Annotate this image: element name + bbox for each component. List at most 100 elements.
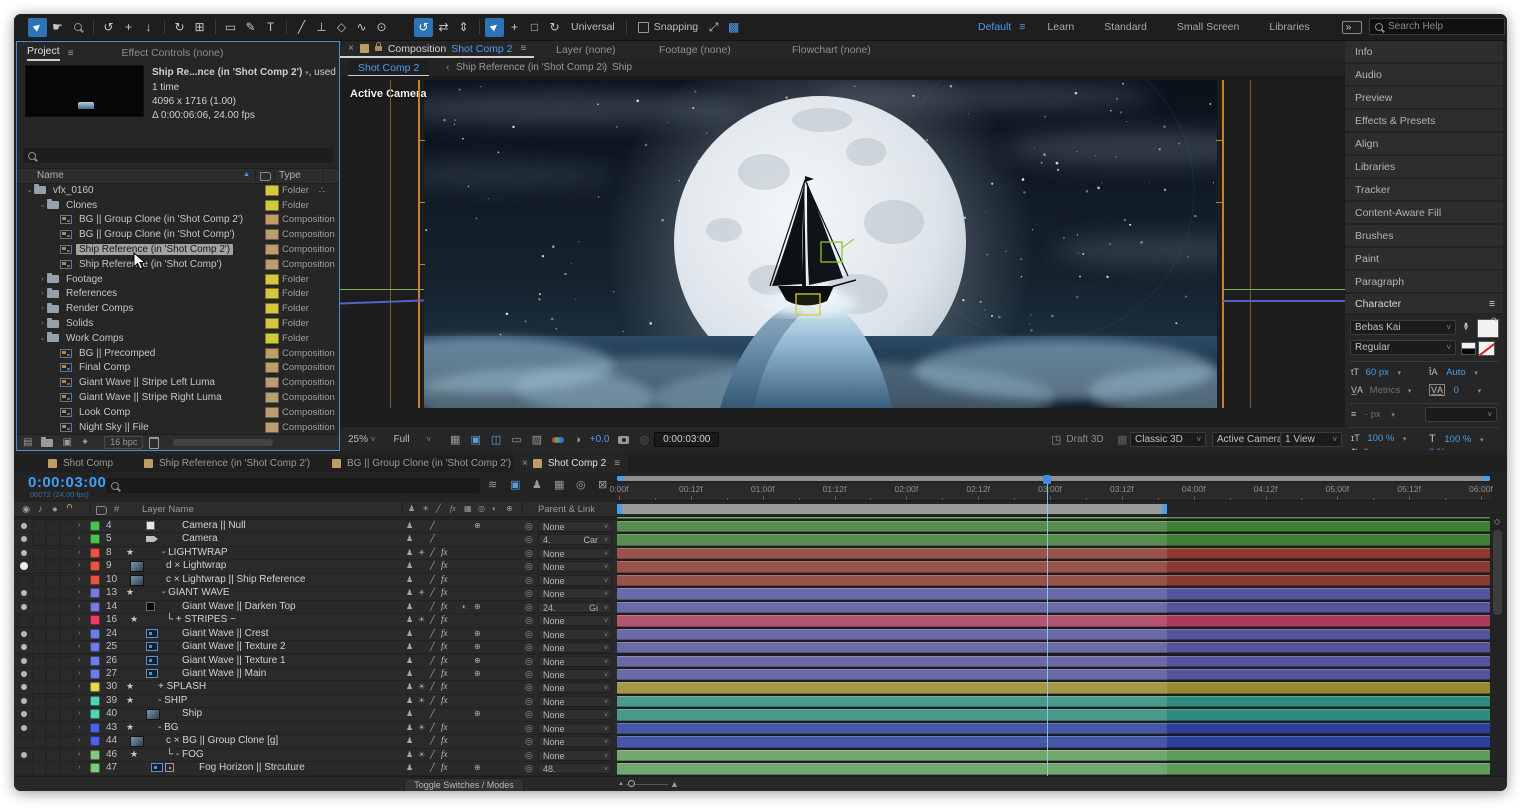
- audio-toggle[interactable]: [32, 521, 46, 533]
- layer-expander[interactable]: ›: [78, 576, 80, 583]
- shy-switch[interactable]: ♟: [406, 588, 413, 597]
- label-color-chip[interactable]: [265, 274, 279, 285]
- lock-toggle[interactable]: [60, 534, 74, 546]
- layer-label-chip[interactable]: [90, 615, 100, 625]
- pan-under-cursor-tool[interactable]: +: [119, 18, 138, 37]
- layer-duration-bar[interactable]: [617, 521, 1490, 532]
- gizmo-select-tool[interactable]: ►: [485, 18, 504, 37]
- panel-audio[interactable]: Audio: [1345, 64, 1503, 85]
- label-color-chip[interactable]: [265, 303, 279, 314]
- layer-row[interactable]: ›14Giant Wave || Darken Top♟╱fx◐⊕◎24.Gi˅: [14, 601, 617, 614]
- pickwhip-icon[interactable]: ◎: [525, 656, 533, 667]
- label-color-chip[interactable]: [265, 407, 279, 418]
- magnification-select[interactable]: 25% ˅: [348, 434, 375, 445]
- quality-switch[interactable]: ╱: [430, 723, 435, 732]
- layer-name[interactable]: Giant Wave || Crest: [182, 628, 269, 639]
- layer-duration-bar[interactable]: [617, 669, 1490, 680]
- label-color-chip[interactable]: [265, 244, 279, 255]
- layer-row[interactable]: ›4Camera || Null♟╱⊕◎None˅: [14, 520, 617, 533]
- label-color-chip[interactable]: [265, 288, 279, 299]
- shy-switch[interactable]: ♟: [406, 723, 413, 732]
- snap-expand-icon[interactable]: ⤢: [704, 18, 723, 37]
- timeline-search-field[interactable]: [106, 478, 480, 493]
- lock-toggle[interactable]: [60, 588, 74, 600]
- label-color-chip[interactable]: [265, 377, 279, 388]
- draft-3d-icon[interactable]: ▣: [510, 478, 520, 491]
- threed-switch[interactable]: ⊕: [474, 629, 481, 638]
- pickwhip-icon[interactable]: ◎: [525, 696, 533, 707]
- twirl-icon[interactable]: ⌄: [25, 186, 34, 194]
- lock-toggle[interactable]: [60, 723, 74, 735]
- panel-paragraph[interactable]: Paragraph: [1345, 271, 1503, 292]
- eye-toggle[interactable]: [21, 550, 27, 556]
- tree-item-label[interactable]: References: [63, 288, 120, 299]
- fx-switch[interactable]: fx: [441, 735, 448, 745]
- layer-name[interactable]: Camera: [182, 533, 218, 544]
- layer-name[interactable]: └ - FOG: [166, 749, 204, 760]
- project-settings-icon[interactable]: ✦: [81, 437, 89, 448]
- collapse-switch[interactable]: ☀: [418, 682, 425, 691]
- shy-switch[interactable]: ♟: [406, 534, 413, 543]
- quality-switch[interactable]: ╱: [430, 521, 435, 530]
- eye-toggle[interactable]: [21, 658, 27, 664]
- new-composition-icon[interactable]: ▣: [62, 437, 71, 448]
- parent-select[interactable]: None˅: [538, 709, 612, 720]
- lock-toggle[interactable]: [60, 602, 74, 614]
- fx-switch[interactable]: fx: [441, 587, 448, 597]
- layer-label-chip[interactable]: [90, 750, 100, 760]
- hide-shy-layers-icon[interactable]: ♟: [532, 478, 542, 491]
- tree-item-label[interactable]: Ship Reference (in 'Shot Comp'): [76, 259, 225, 270]
- selection-tool[interactable]: ►: [28, 18, 47, 37]
- layer-duration-bar[interactable]: [617, 615, 1490, 626]
- tree-row[interactable]: Ship Reference (in 'Shot Comp 2')Composi…: [17, 242, 339, 257]
- tree-row[interactable]: BG || Group Clone (in 'Shot Comp')Compos…: [17, 227, 339, 242]
- lock-toggle[interactable]: [60, 763, 74, 775]
- layer-name-column[interactable]: Layer Name: [142, 504, 194, 515]
- panel-paint[interactable]: Paint: [1345, 248, 1503, 269]
- layer-expander[interactable]: ›: [78, 737, 80, 744]
- layer-name[interactable]: Giant Wave || Main: [182, 668, 266, 679]
- layer-label-chip[interactable]: [90, 534, 100, 544]
- ground-plane-icon[interactable]: ▦: [1117, 433, 1127, 446]
- label-color-chip[interactable]: [265, 362, 279, 373]
- baseline-shift-control[interactable]: ⇅0: [1351, 447, 1369, 450]
- solo-toggle[interactable]: [46, 682, 60, 694]
- collapse-switch[interactable]: ☀: [418, 750, 425, 759]
- parent-select[interactable]: None˅: [538, 588, 612, 599]
- sort-ascending-icon[interactable]: ▲: [243, 171, 250, 178]
- layer-expander[interactable]: ›: [78, 683, 80, 690]
- panel-effects-presets[interactable]: Effects & Presets: [1345, 110, 1503, 131]
- tsume-control[interactable]: 0 %: [1429, 447, 1445, 450]
- workspace-menu-icon[interactable]: ≡: [1019, 21, 1025, 33]
- eye-toggle[interactable]: [17, 736, 31, 748]
- layer-row[interactable]: ›40Ship♟╱⊕◎None˅: [14, 708, 617, 721]
- tree-item-label[interactable]: vfx_0160: [50, 185, 97, 196]
- toggle-switches-modes-button[interactable]: Toggle Switches / Modes: [404, 778, 524, 791]
- layer-expander[interactable]: ›: [78, 751, 80, 758]
- panel-align[interactable]: Align: [1345, 133, 1503, 154]
- layer-expander[interactable]: ›: [78, 589, 80, 596]
- column-name[interactable]: Name: [37, 170, 64, 181]
- snapping-checkbox-box[interactable]: [638, 22, 649, 33]
- audio-toggle[interactable]: [32, 736, 46, 748]
- layer-row[interactable]: ›25Giant Wave || Texture 2♟╱fx⊕◎None˅: [14, 641, 617, 654]
- tree-row[interactable]: ⌄Work CompsFolder: [17, 331, 339, 346]
- snap-3d-icon[interactable]: ▩: [724, 18, 743, 37]
- quality-switch[interactable]: ╱: [430, 575, 435, 584]
- shy-switch[interactable]: ♟: [406, 561, 413, 570]
- audio-toggle[interactable]: [32, 709, 46, 721]
- tab-layer[interactable]: Layer (none): [556, 44, 616, 56]
- layer-expander[interactable]: ›: [78, 643, 80, 650]
- layer-expander[interactable]: ›: [78, 670, 80, 677]
- eye-toggle[interactable]: [21, 631, 27, 637]
- fx-switch[interactable]: fx: [441, 749, 448, 759]
- label-color-chip[interactable]: [265, 333, 279, 344]
- stroke-color-swatch[interactable]: [1478, 341, 1495, 356]
- composition-mini-flowchart-icon[interactable]: ≋: [488, 478, 497, 491]
- stroke-style-select[interactable]: ˅: [1425, 407, 1497, 422]
- shy-switch[interactable]: ♟: [406, 642, 413, 651]
- tree-row[interactable]: BG || Group Clone (in 'Shot Comp 2')Comp…: [17, 213, 339, 228]
- character-menu-icon[interactable]: ≡: [1489, 298, 1495, 310]
- lock-toggle[interactable]: [60, 615, 74, 627]
- layer-row[interactable]: ›30★+ SPLASH♟☀╱fx◎None˅: [14, 681, 617, 694]
